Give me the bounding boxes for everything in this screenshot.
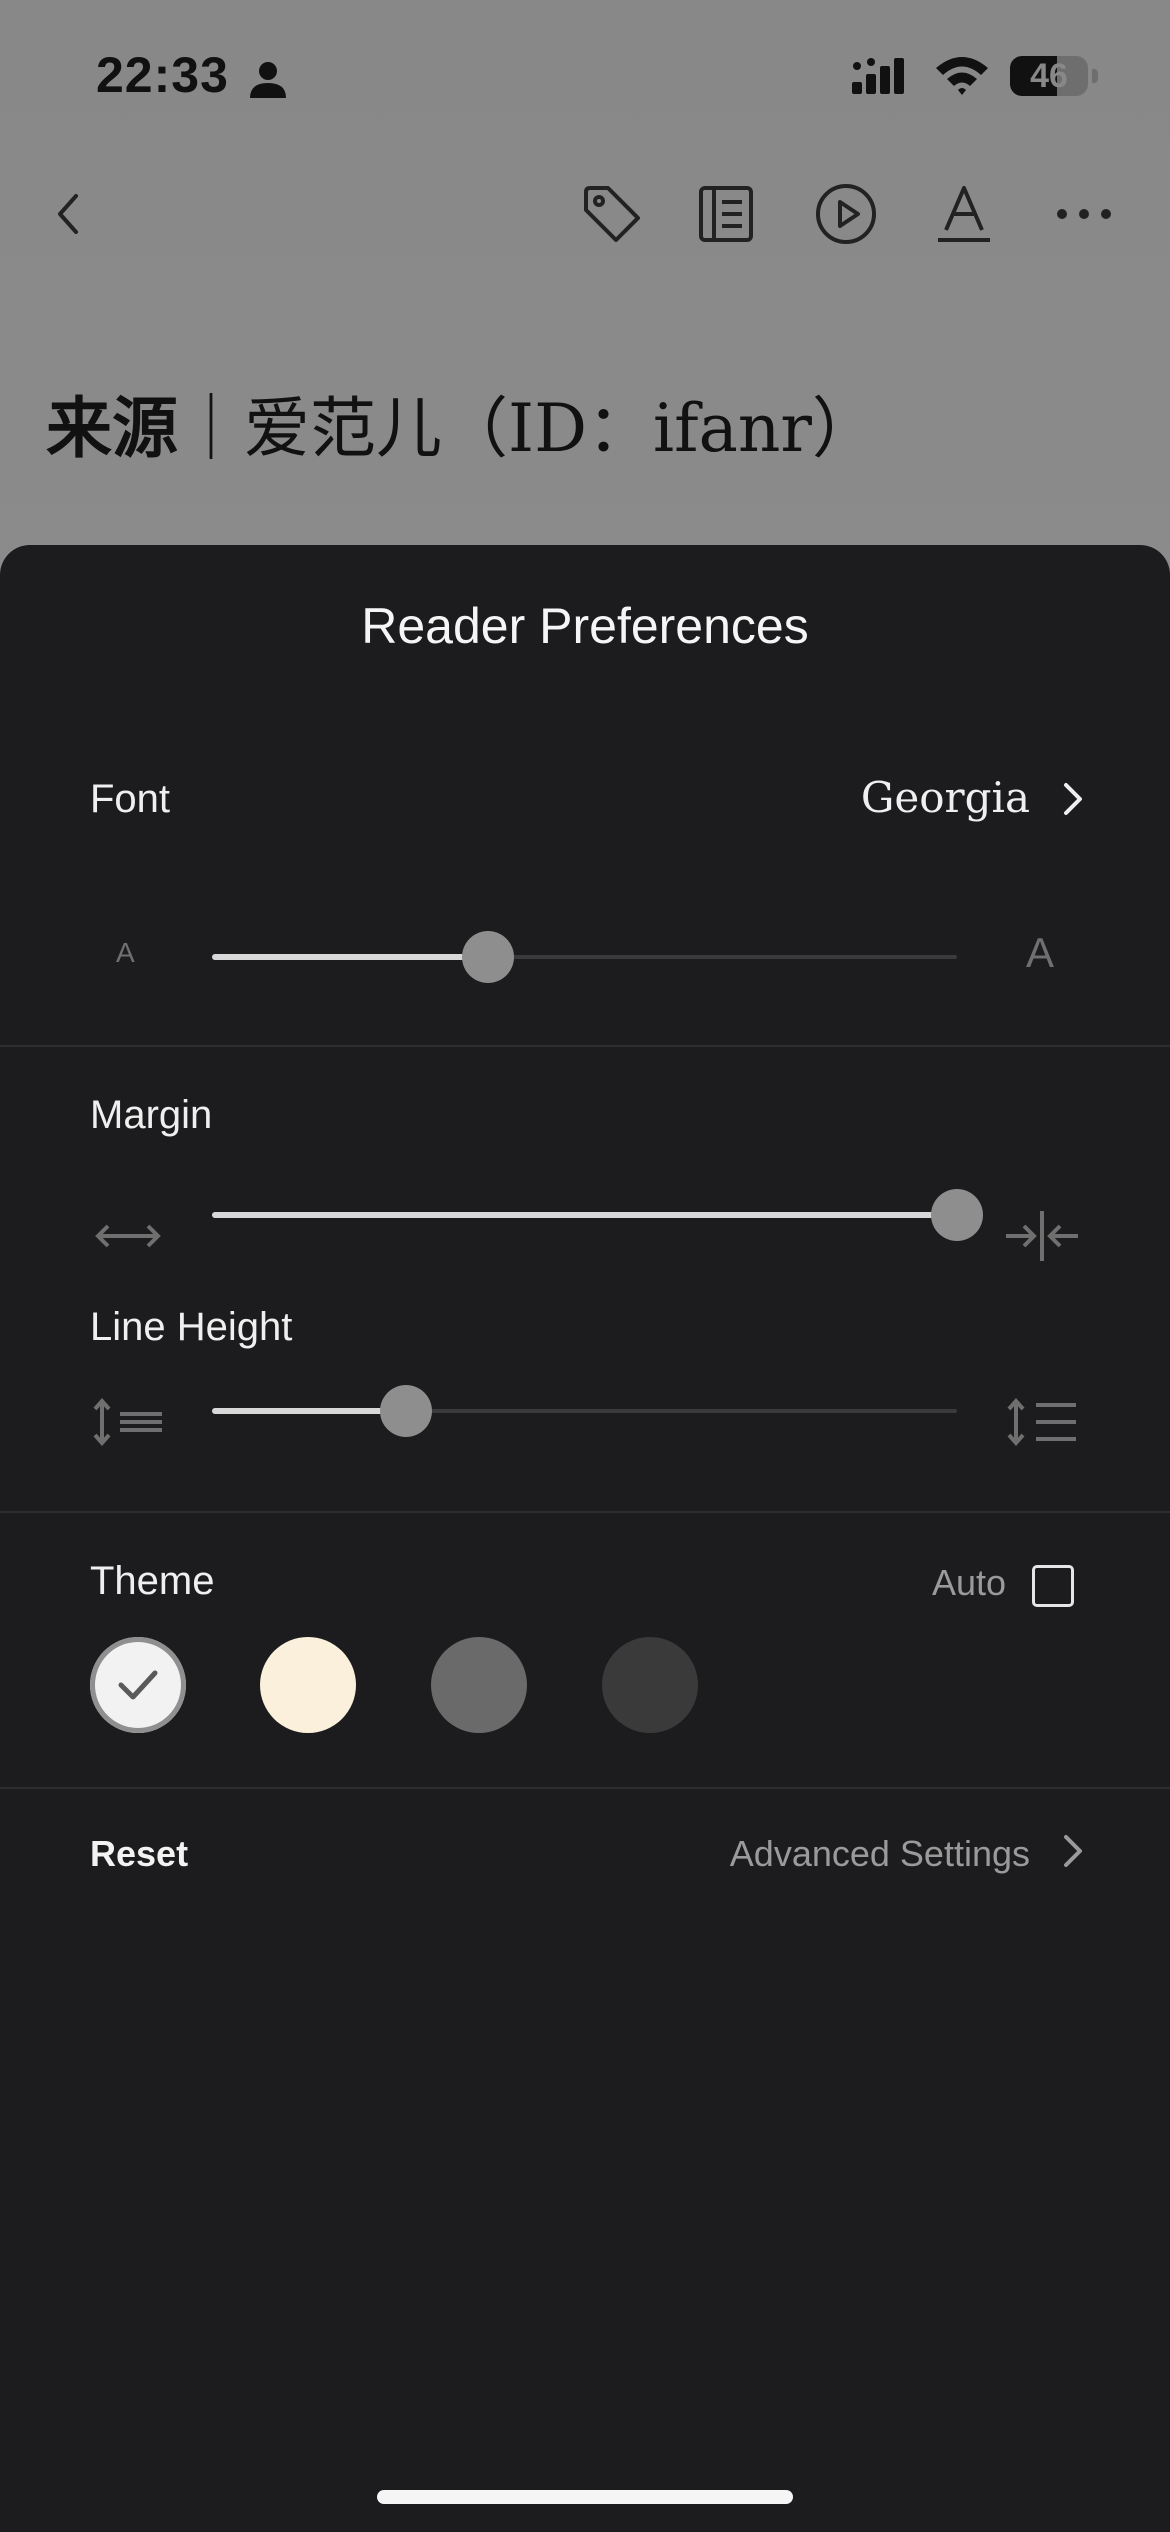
auto-theme-checkbox[interactable] bbox=[1032, 1565, 1074, 1607]
checkmark-icon bbox=[118, 1670, 158, 1700]
slider-thumb[interactable] bbox=[462, 931, 514, 983]
article-title-bold: 来源 bbox=[46, 390, 178, 467]
back-button[interactable] bbox=[32, 178, 104, 250]
battery-cap bbox=[1092, 69, 1098, 83]
auto-theme-label: Auto bbox=[931, 1562, 1006, 1603]
theme-swatch-sepia[interactable] bbox=[260, 1637, 356, 1733]
theme-swatch-white[interactable] bbox=[90, 1637, 186, 1733]
reset-button[interactable]: Reset bbox=[90, 1833, 188, 1875]
line-height-label: Line Height bbox=[90, 1305, 293, 1349]
battery-indicator: 46 bbox=[1010, 56, 1088, 96]
wifi-icon bbox=[936, 57, 988, 95]
arrows-compress-icon bbox=[1006, 1211, 1078, 1261]
margin-label: Margin bbox=[90, 1093, 213, 1137]
arrows-horizontal-icon bbox=[95, 1224, 161, 1248]
notebook-icon bbox=[699, 186, 753, 242]
line-height-small-icon bbox=[93, 1397, 162, 1447]
slider-thumb[interactable] bbox=[931, 1189, 983, 1241]
divider bbox=[0, 1511, 1170, 1513]
play-circle-icon bbox=[816, 184, 876, 244]
tag-icon bbox=[584, 186, 640, 242]
theme-swatch-gray[interactable] bbox=[431, 1637, 527, 1733]
article-title: 来源｜爱范儿（ID：ifanr） bbox=[46, 375, 878, 471]
person-icon bbox=[250, 62, 286, 98]
font-label: Font bbox=[90, 777, 171, 821]
line-height-slider[interactable] bbox=[212, 1381, 957, 1441]
reader-preferences-sheet: Reader Preferences Font Georgia A A Marg… bbox=[0, 545, 1170, 2532]
home-indicator bbox=[377, 2490, 793, 2504]
font-size-slider[interactable] bbox=[212, 927, 957, 987]
tag-button[interactable] bbox=[576, 178, 648, 250]
more-horizontal-icon bbox=[1057, 209, 1111, 219]
slider-thumb[interactable] bbox=[380, 1385, 432, 1437]
advanced-settings-link[interactable]: Advanced Settings bbox=[730, 1833, 1030, 1875]
play-button[interactable] bbox=[810, 178, 882, 250]
font-size-small-glyph: A bbox=[116, 937, 135, 968]
chevron-right-icon[interactable] bbox=[1058, 781, 1088, 817]
more-button[interactable] bbox=[1048, 178, 1120, 250]
text-format-icon bbox=[938, 186, 990, 242]
article-title-rest: ｜爱范儿（ID：ifanr） bbox=[178, 390, 878, 467]
font-size-large-glyph: A bbox=[1026, 929, 1055, 976]
theme-swatch-dark[interactable] bbox=[602, 1637, 698, 1733]
theme-label: Theme bbox=[90, 1559, 215, 1603]
status-bar: 22:33 46 bbox=[0, 0, 1170, 150]
slider-fill bbox=[212, 1212, 957, 1218]
sheet-title: Reader Preferences bbox=[361, 598, 809, 654]
font-value[interactable]: Georgia bbox=[861, 773, 1030, 822]
chevron-right-icon[interactable] bbox=[1058, 1833, 1088, 1869]
divider bbox=[0, 1787, 1170, 1789]
slider-fill bbox=[212, 954, 488, 960]
divider bbox=[0, 1045, 1170, 1047]
line-height-large-icon bbox=[1007, 1397, 1076, 1447]
cellular-signal-icon bbox=[852, 58, 904, 94]
text-format-button[interactable] bbox=[928, 178, 1000, 250]
slider-fill bbox=[212, 1408, 406, 1414]
notebook-button[interactable] bbox=[690, 178, 762, 250]
margin-slider[interactable] bbox=[212, 1185, 983, 1245]
status-time: 22:33 bbox=[96, 47, 229, 103]
chevron-left-icon bbox=[58, 194, 78, 234]
